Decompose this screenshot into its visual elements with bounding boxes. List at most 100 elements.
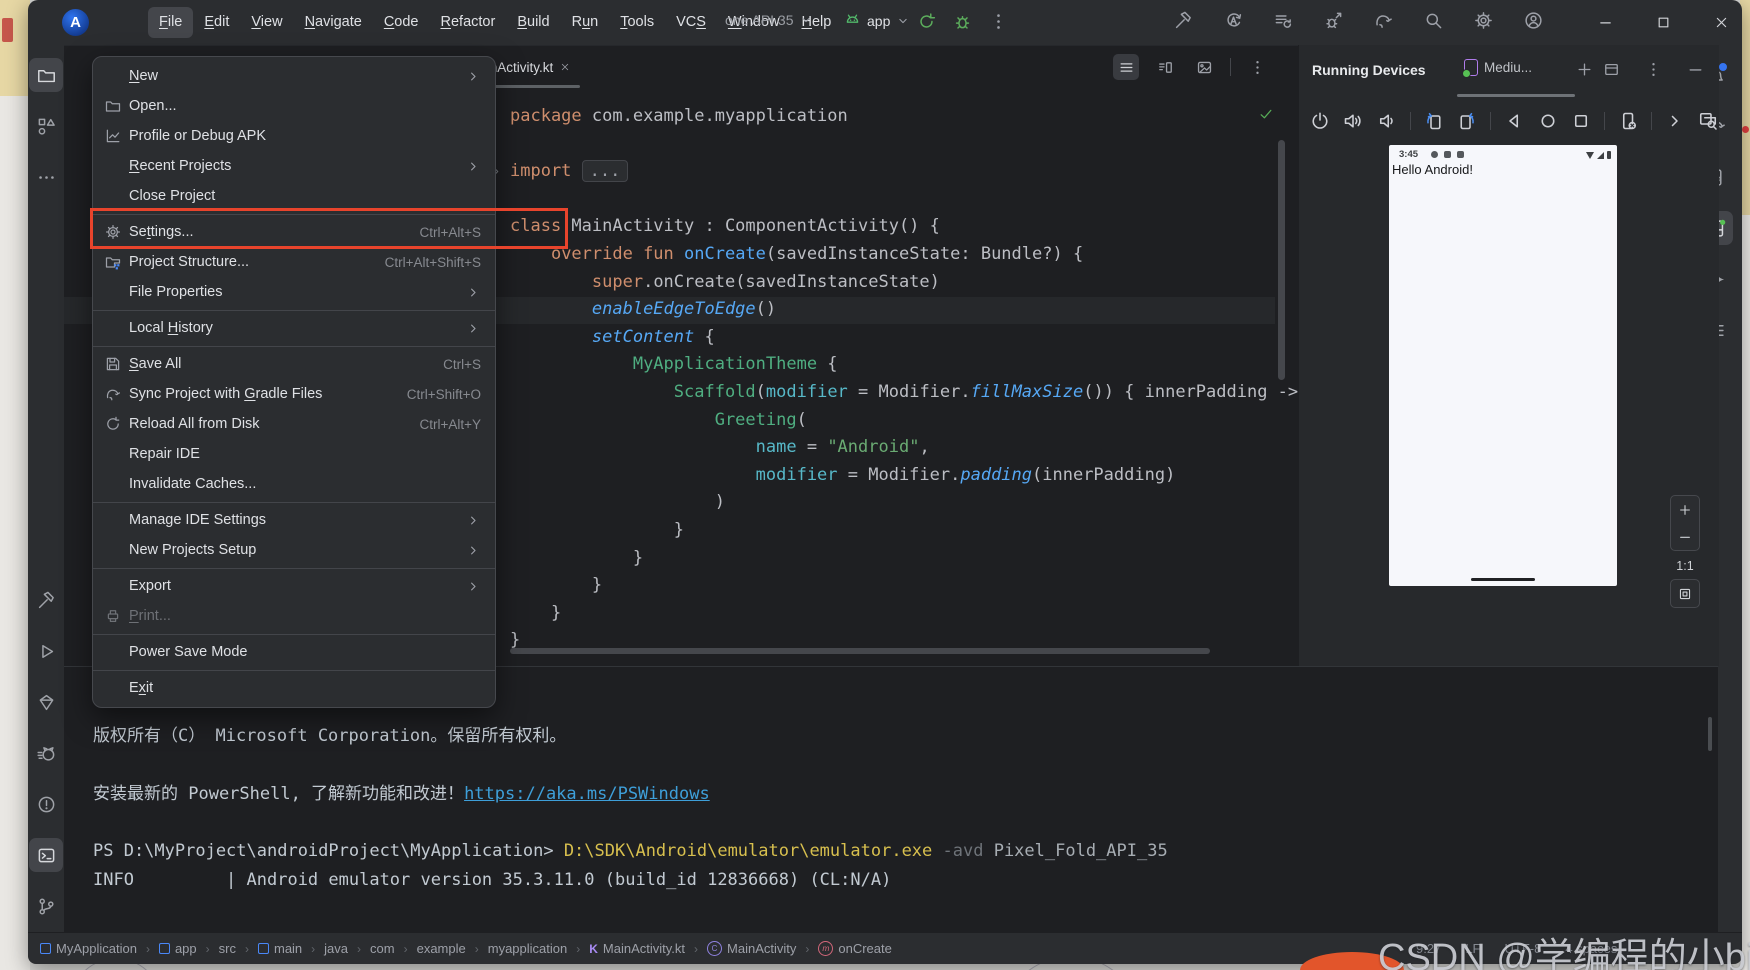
rotate-left-icon[interactable] (1423, 110, 1445, 132)
menu-run[interactable]: Run (561, 7, 610, 38)
file-menu-item-file-properties[interactable]: File Properties (93, 277, 495, 307)
inspection-ok-check-icon[interactable] (1258, 106, 1274, 122)
avatar-icon[interactable] (1524, 11, 1543, 30)
nav-recents-icon[interactable] (1570, 110, 1592, 132)
menu-vcs[interactable]: VCS (665, 7, 717, 38)
panel-layout-icon[interactable] (1601, 59, 1621, 79)
close-icon[interactable] (560, 62, 570, 72)
kebab-v-icon[interactable] (988, 11, 1009, 32)
breadcrumb-myapplication[interactable]: MyApplication (40, 941, 137, 956)
breadcrumb-myapplication[interactable]: myapplication (488, 941, 568, 956)
file-menu-item-invalidate-caches[interactable]: Invalidate Caches... (93, 469, 495, 499)
menu-refactor[interactable]: Refactor (430, 7, 507, 38)
file-menu-item-print[interactable]: Print... (93, 601, 495, 631)
breadcrumb-oncreate[interactable]: m onCreate (818, 941, 892, 956)
file-menu-item-new[interactable]: New (93, 61, 495, 91)
tool-stripe-git-branch[interactable] (29, 889, 63, 923)
breadcrumb-com[interactable]: com (370, 941, 395, 956)
menu-view[interactable]: View (240, 7, 293, 38)
emulator-screen[interactable]: 3:45 Hello Android! (1389, 145, 1617, 586)
nav-home-icon[interactable] (1537, 110, 1559, 132)
file-menu-item-profile-or-debug-apk[interactable]: Profile or Debug APK (93, 121, 495, 151)
volume-down-icon[interactable] (1376, 110, 1398, 132)
tool-stripe-more-h[interactable] (29, 160, 63, 194)
bug-attach-icon[interactable] (1324, 11, 1343, 30)
tool-stripe-problems[interactable] (29, 787, 63, 821)
file-menu-item-reload-all-from-disk[interactable]: Reload All from Disk Ctrl+Alt+Y (93, 409, 495, 439)
chevron-down-icon (799, 13, 813, 27)
win-min-icon[interactable] (1685, 59, 1705, 79)
breadcrumb-example[interactable]: example (417, 941, 466, 956)
file-menu-item-open[interactable]: Open... (93, 91, 495, 121)
tool-stripe-run-triangle[interactable] (29, 634, 63, 668)
device-settings-icon[interactable] (1617, 110, 1639, 132)
win-min-button[interactable] (1576, 0, 1634, 45)
menu-tools[interactable]: Tools (609, 7, 665, 38)
search-icon[interactable] (1424, 11, 1443, 30)
screenshot-icon[interactable] (1697, 110, 1719, 132)
fit-to-frame-button[interactable] (1670, 579, 1700, 608)
breadcrumb-java[interactable]: java (324, 941, 348, 956)
file-menu-item-project-structure[interactable]: Project Structure... Ctrl+Alt+Shift+S (93, 247, 495, 277)
chevron-right-sm-icon[interactable] (1664, 110, 1686, 132)
tool-stripe-gem[interactable] (29, 685, 63, 719)
module-icon (257, 943, 269, 954)
kebab-v-icon[interactable] (1643, 59, 1663, 79)
terminal-link[interactable]: https://aka.ms/PSWindows (464, 784, 710, 804)
breadcrumb-app[interactable]: app (158, 941, 197, 956)
file-menu-item-power-save-mode[interactable]: Power Save Mode (93, 637, 495, 667)
hammer-icon[interactable] (1174, 11, 1193, 30)
add-device-button[interactable] (1574, 59, 1594, 79)
run-configuration-dropdown[interactable]: app (844, 12, 910, 29)
menu-build[interactable]: Build (506, 7, 560, 38)
file-menu-item-exit[interactable]: Exit (93, 673, 495, 703)
device-tab-medium-phone[interactable]: Mediu... (1462, 59, 1532, 78)
file-menu-item-repair-ide[interactable]: Repair IDE (93, 439, 495, 469)
volume-up-icon[interactable] (1343, 110, 1365, 132)
win-max-button[interactable] (1634, 0, 1692, 45)
tool-stripe-hammer[interactable] (29, 583, 63, 617)
rerun-icon[interactable] (916, 11, 937, 32)
file-menu-item-new-projects-setup[interactable]: New Projects Setup (93, 535, 495, 565)
debug-bug-icon[interactable] (952, 11, 973, 32)
breadcrumb-mainactivity[interactable]: C MainActivity (707, 941, 796, 956)
sync-a-icon[interactable] (1224, 11, 1243, 30)
menu-edit[interactable]: Edit (193, 7, 240, 38)
tool-stripe-profiler-cat[interactable] (29, 736, 63, 770)
file-menu-item-close-project[interactable]: Close Project (93, 181, 495, 211)
notification-dot-icon (1431, 151, 1438, 158)
file-menu-item-recent-projects[interactable]: Recent Projects (93, 151, 495, 181)
breadcrumb-src[interactable]: src (219, 941, 236, 956)
file-menu-item-save-all[interactable]: Save All Ctrl+S (93, 349, 495, 379)
tool-stripe-folder[interactable] (29, 58, 63, 92)
rotate-right-icon[interactable] (1457, 110, 1479, 132)
gear-icon[interactable] (1474, 11, 1493, 30)
device-selector-dropdown[interactable]: one API 35 (725, 12, 813, 28)
menu-file[interactable]: File (148, 7, 194, 38)
power-icon[interactable] (1309, 110, 1331, 132)
split-view-icon[interactable] (1152, 54, 1178, 80)
menu-code[interactable]: Code (373, 7, 430, 38)
gradle-elephant-icon[interactable] (1374, 11, 1393, 30)
breadcrumb-mainactivity.kt[interactable]: K MainActivity.kt (589, 941, 685, 956)
kebab-v-icon[interactable] (1244, 54, 1270, 80)
zoom-in-button[interactable] (1671, 496, 1699, 523)
file-menu-item-export[interactable]: Export (93, 571, 495, 601)
breadcrumb-main[interactable]: main (257, 941, 302, 956)
win-close-button[interactable] (1692, 0, 1750, 45)
terminal-scrollbar[interactable] (1708, 717, 1712, 751)
tool-stripe-resource-manager[interactable] (29, 109, 63, 143)
image-view-icon[interactable] (1191, 54, 1217, 80)
editor-horizontal-scrollbar[interactable] (510, 648, 1210, 654)
zoom-out-button[interactable] (1671, 523, 1699, 550)
editor-vertical-scrollbar[interactable] (1278, 140, 1285, 380)
tool-stripe-terminal[interactable] (29, 838, 63, 872)
file-menu-item-sync-project-with-gradle-files[interactable]: Sync Project with Gradle Files Ctrl+Shift… (93, 379, 495, 409)
nav-back-icon[interactable] (1503, 110, 1525, 132)
list-sync-icon[interactable] (1274, 11, 1293, 30)
file-menu-item-manage-ide-settings[interactable]: Manage IDE Settings (93, 505, 495, 535)
list-view-icon[interactable] (1113, 54, 1139, 80)
menu-navigate[interactable]: Navigate (294, 7, 373, 38)
file-menu-item-local-history[interactable]: Local History (93, 313, 495, 343)
